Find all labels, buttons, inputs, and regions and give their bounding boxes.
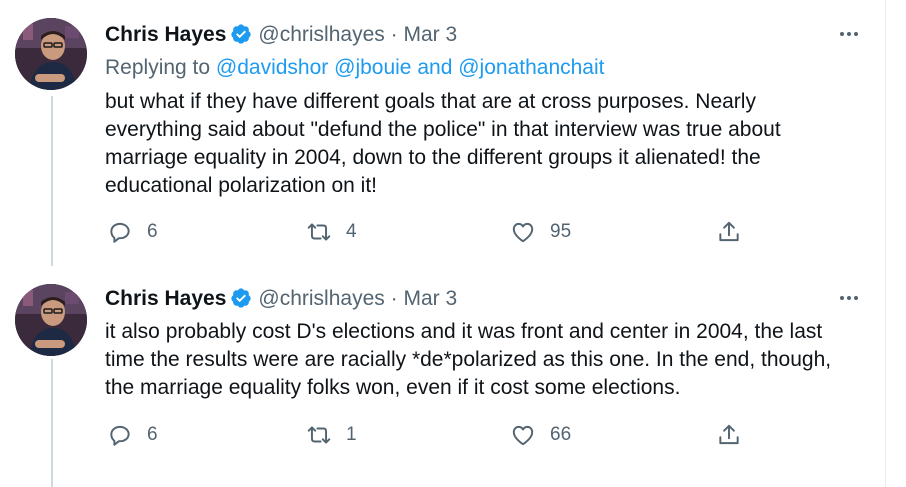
tweet-header: Chris Hayes @chrislhayes · Mar 3: [105, 22, 457, 48]
share-button[interactable]: [716, 422, 742, 448]
header-separator: ·: [390, 287, 398, 310]
replying-prefix: Replying to: [105, 56, 211, 79]
tweet[interactable]: Chris Hayes @chrislhayes · Mar 3 Replying…: [0, 0, 885, 266]
mention-link[interactable]: @davidshor: [216, 56, 328, 79]
like-count: 95: [550, 221, 572, 242]
heart-icon: [512, 425, 534, 446]
verified-badge-icon: [231, 24, 252, 44]
like-button[interactable]: 95: [510, 219, 571, 245]
more-dots-icon[interactable]: [834, 288, 864, 308]
column-border: [885, 0, 886, 487]
retweet-button[interactable]: 4: [306, 219, 357, 245]
retweet-count: 4: [346, 221, 357, 242]
mention-and[interactable]: and: [417, 56, 452, 79]
header-separator: ·: [390, 23, 398, 46]
replying-to: Replying to @davidshor @jbouie and @jona…: [105, 55, 605, 81]
reply-button[interactable]: 6: [107, 422, 158, 448]
share-upload-icon: [719, 424, 739, 445]
retweet-icon: [307, 426, 331, 444]
reply-count: 6: [147, 221, 158, 242]
retweet-icon: [307, 223, 331, 241]
verified-badge-icon: [231, 288, 252, 308]
avatar[interactable]: [15, 18, 87, 90]
avatar-photo: [15, 18, 87, 90]
like-button[interactable]: 66: [510, 422, 571, 448]
like-count: 66: [550, 424, 572, 445]
tweet[interactable]: Chris Hayes @chrislhayes · Mar 3 it also …: [0, 266, 885, 487]
author-name[interactable]: Chris Hayes: [105, 23, 226, 46]
retweet-button[interactable]: 1: [306, 422, 357, 448]
tweet-date[interactable]: Mar 3: [403, 287, 457, 310]
retweet-count: 1: [346, 424, 357, 445]
share-upload-icon: [719, 221, 739, 242]
reply-button[interactable]: 6: [107, 219, 158, 245]
more-dots-icon[interactable]: [834, 24, 864, 44]
author-handle[interactable]: @chrislhayes: [258, 287, 384, 310]
reply-bubble-icon: [110, 222, 130, 243]
author-name[interactable]: Chris Hayes: [105, 287, 226, 310]
tweet-text: it also probably cost D's elections and …: [105, 320, 832, 399]
mention-link[interactable]: @jonathanchait: [458, 56, 604, 79]
reply-count: 6: [147, 424, 158, 445]
share-button[interactable]: [716, 219, 742, 245]
tweet-text: but what if they have different goals th…: [105, 90, 781, 197]
avatar-photo: [15, 284, 87, 356]
heart-icon: [512, 222, 534, 243]
mention-link[interactable]: @jbouie: [334, 56, 411, 79]
author-handle[interactable]: @chrislhayes: [258, 23, 384, 46]
avatar[interactable]: [15, 284, 87, 356]
tweet-header: Chris Hayes @chrislhayes · Mar 3: [105, 286, 457, 312]
tweet-date[interactable]: Mar 3: [403, 23, 457, 46]
reply-bubble-icon: [110, 425, 130, 446]
